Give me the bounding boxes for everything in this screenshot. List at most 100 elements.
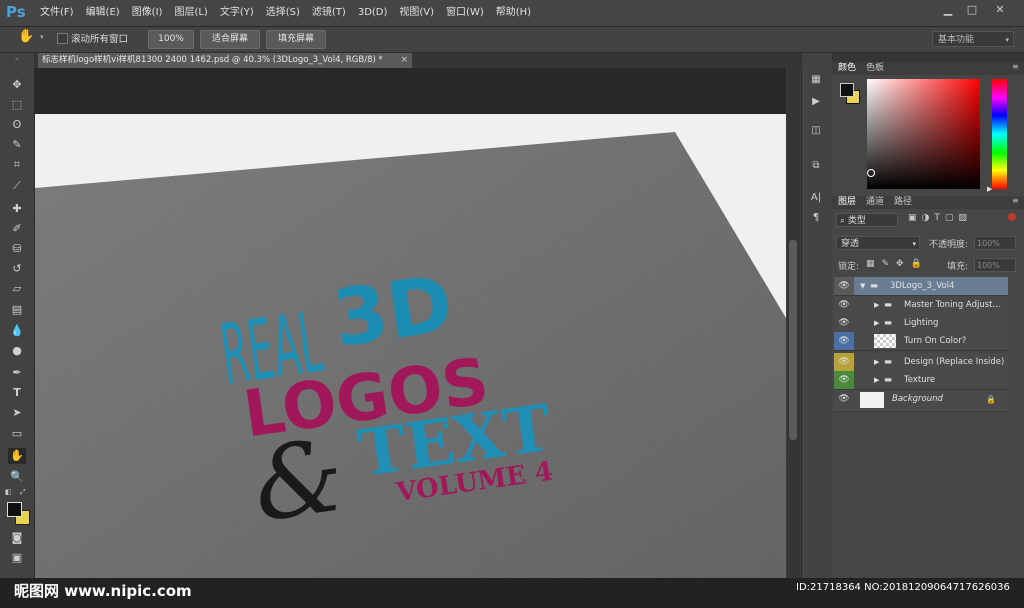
zoom-tool-icon[interactable]: 🔍	[8, 469, 26, 485]
marquee-tool-icon[interactable]: ⬚	[8, 97, 26, 113]
chevron-down-icon: ▾	[912, 240, 916, 248]
eye-icon[interactable]: 👁	[834, 371, 854, 389]
hand-tool-icon[interactable]: ✋	[18, 29, 34, 44]
menu-item[interactable]: 图像(I)	[126, 0, 169, 26]
pen-tool-icon[interactable]: ✒	[8, 365, 26, 381]
fit-screen-button[interactable]: 适合屏幕	[200, 30, 260, 49]
collapse-toolbar-icon[interactable]: »	[0, 55, 34, 65]
gradient-tool-icon[interactable]: ▤	[8, 302, 26, 318]
actions-panel-icon[interactable]: ▶	[808, 96, 824, 110]
tab-swatches[interactable]: 色板	[866, 62, 884, 75]
panel-menu-icon[interactable]: ≡	[1012, 62, 1019, 71]
type-tool-icon[interactable]: T	[8, 385, 26, 401]
canvas-area[interactable]: REAL 3D LOGOS & TEXT VOLUME 4	[35, 68, 786, 608]
quick-select-tool-icon[interactable]: ✎	[8, 137, 26, 153]
default-colors-icon[interactable]: ◧	[5, 488, 12, 496]
eyedropper-tool-icon[interactable]: ⟋	[8, 178, 26, 194]
folder-icon: ▬	[884, 375, 893, 385]
paragraph-panel-icon[interactable]: ¶	[808, 212, 824, 226]
folder-icon: ▬	[884, 318, 893, 328]
fill-screen-button[interactable]: 填充屏幕	[266, 30, 326, 49]
rectangle-tool-icon[interactable]: ▭	[8, 426, 26, 442]
brush-presets-icon[interactable]: ⧉	[808, 160, 824, 174]
folder-icon: ▬	[884, 357, 893, 367]
dodge-tool-icon[interactable]: ●	[8, 343, 26, 359]
character-panel-icon[interactable]: A|	[808, 192, 824, 206]
layer-filter-icons[interactable]: ▣◑T▢▨	[908, 213, 972, 223]
layer-row[interactable]: 👁 ▶ ▬ Texture	[834, 371, 1008, 390]
lock-label: 锁定:	[838, 262, 860, 272]
menu-item[interactable]: 编辑(E)	[80, 0, 126, 26]
tool-preset-chevron-icon[interactable]: ▾	[40, 33, 44, 41]
eye-icon[interactable]: 👁	[834, 314, 854, 332]
layer-row[interactable]: 👁 ▶ ▬ Master Toning Adjust...	[834, 296, 1008, 315]
scrollbar-thumb[interactable]	[789, 240, 797, 440]
menu-item[interactable]: 帮助(H)	[490, 0, 537, 26]
blend-mode-select[interactable]: 穿透 ▾	[836, 236, 920, 250]
panel-fg-swatch[interactable]	[840, 83, 854, 97]
eye-icon[interactable]: 👁	[834, 390, 854, 411]
layer-row[interactable]: 👁 🔒 Background	[834, 390, 1008, 412]
foreground-color-swatch[interactable]	[7, 502, 22, 517]
adjustments-panel-icon[interactable]: ◫	[808, 125, 824, 139]
eye-icon[interactable]: 👁	[834, 332, 854, 350]
path-select-tool-icon[interactable]: ➤	[8, 405, 26, 421]
layers-panel-menu-icon[interactable]: ≡	[1012, 196, 1019, 205]
fill-field[interactable]: 100%	[974, 258, 1016, 272]
collapsed-arrow-icon[interactable]: ▶	[874, 296, 879, 315]
tab-color[interactable]: 颜色	[838, 62, 856, 75]
layer-row[interactable]: 👁 ▼ ▬ 3DLogo_3_Vol4	[834, 277, 1008, 296]
blur-tool-icon[interactable]: 💧	[8, 323, 26, 339]
document-tab[interactable]: 标志样机logo样机vi样机81300 2400 1462.psd @ 40.3…	[38, 53, 412, 68]
collapsed-arrow-icon[interactable]: ▶	[874, 314, 879, 333]
color-field[interactable]	[867, 79, 980, 189]
layer-row[interactable]: 👁 ▶ ▬ Lighting	[834, 314, 1008, 333]
healing-brush-tool-icon[interactable]: ✚	[8, 201, 26, 217]
clone-stamp-tool-icon[interactable]: ⛁	[8, 241, 26, 257]
hand-tool-icon[interactable]: ✋	[8, 448, 26, 464]
history-brush-tool-icon[interactable]: ↺	[8, 261, 26, 277]
expanded-arrow-icon[interactable]: ▼	[860, 277, 865, 296]
workspace-label: 基本功能	[938, 35, 975, 45]
close-tab-icon[interactable]: ×	[400, 53, 408, 68]
layer-kind-filter[interactable]: ⌕ 类型	[836, 213, 898, 227]
menu-item[interactable]: 文件(F)	[34, 0, 80, 26]
layer-row[interactable]: 👁 ▶ ▬ Design (Replace Inside)	[834, 353, 1008, 372]
lasso-tool-icon[interactable]: ʘ	[8, 117, 26, 133]
layer-row[interactable]: 👁 Turn On Color?	[834, 332, 1008, 351]
eye-icon[interactable]: 👁	[834, 353, 854, 371]
opacity-field[interactable]: 100%	[974, 236, 1016, 250]
tab-channels[interactable]: 通道	[866, 196, 884, 209]
filter-toggle-icon[interactable]	[1008, 213, 1016, 221]
menu-item[interactable]: 窗口(W)	[440, 0, 490, 26]
crop-tool-icon[interactable]: ⌗	[8, 157, 26, 173]
tab-paths[interactable]: 路径	[894, 196, 912, 209]
scroll-all-checkbox[interactable]	[57, 33, 68, 44]
collapsed-arrow-icon[interactable]: ▶	[874, 371, 879, 390]
zoom-100-button[interactable]: 100%	[148, 30, 194, 49]
quick-mask-icon[interactable]: ◙	[8, 530, 26, 546]
move-tool-icon[interactable]: ✥	[8, 77, 26, 93]
maximize-icon[interactable]: □	[964, 3, 980, 17]
close-window-icon[interactable]: ✕	[992, 3, 1008, 17]
eye-icon[interactable]: 👁	[834, 296, 854, 314]
canvas-artwork: REAL 3D LOGOS & TEXT VOLUME 4	[35, 114, 786, 608]
menu-item[interactable]: 图层(L)	[168, 0, 213, 26]
minimize-icon[interactable]: ▁	[940, 3, 956, 17]
workspace-select[interactable]: 基本功能 ▾	[932, 31, 1014, 47]
tab-layers[interactable]: 图层	[838, 196, 856, 209]
history-panel-icon[interactable]: ▦	[808, 74, 824, 88]
eye-icon[interactable]: 👁	[834, 277, 854, 295]
eraser-tool-icon[interactable]: ▱	[8, 281, 26, 297]
screen-mode-icon[interactable]: ▣	[8, 550, 26, 566]
menu-item[interactable]: 选择(S)	[260, 0, 306, 26]
menu-item[interactable]: 文字(Y)	[214, 0, 260, 26]
swap-colors-icon[interactable]: ⤢	[20, 488, 26, 497]
menu-item[interactable]: 3D(D)	[352, 0, 394, 26]
menu-item[interactable]: 滤镜(T)	[306, 0, 352, 26]
lock-icons[interactable]: ▦✎✥🔒	[866, 259, 929, 269]
collapsed-arrow-icon[interactable]: ▶	[874, 353, 879, 372]
brush-tool-icon[interactable]: ✐	[8, 221, 26, 237]
hue-slider[interactable]	[992, 79, 1007, 189]
menu-item[interactable]: 视图(V)	[393, 0, 440, 26]
